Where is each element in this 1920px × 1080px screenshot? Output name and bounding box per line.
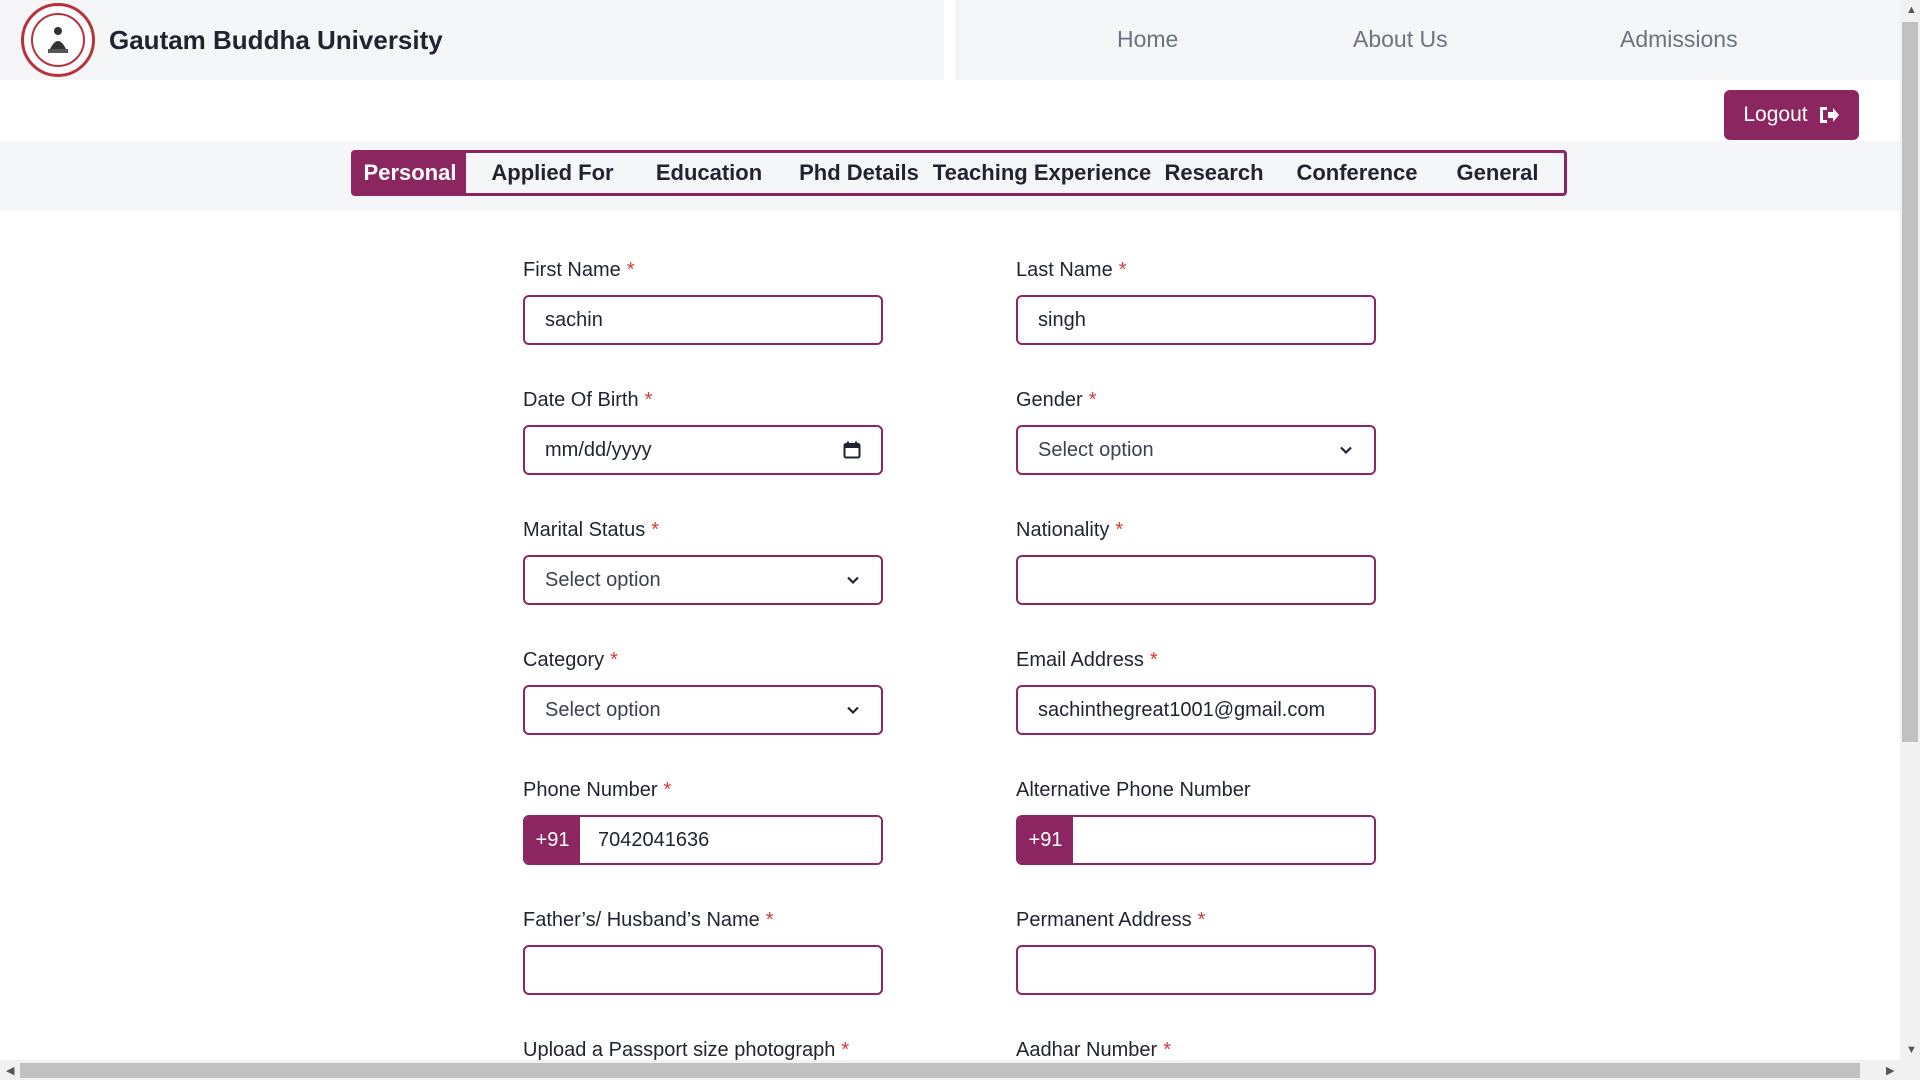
- email-input[interactable]: [1016, 685, 1376, 735]
- last-name-label: Last Name *: [1016, 259, 1127, 281]
- tab-applied-for[interactable]: Applied For: [466, 153, 639, 193]
- calendar-icon[interactable]: [843, 441, 861, 459]
- category-label: Category *: [523, 649, 618, 671]
- alt-phone-label: Alternative Phone Number: [1016, 779, 1251, 801]
- tab-phd-details[interactable]: Phd Details: [779, 153, 939, 193]
- father-name-input[interactable]: [523, 945, 883, 995]
- first-name-label: First Name *: [523, 259, 635, 281]
- chevron-down-icon: [847, 576, 859, 585]
- marital-status-select[interactable]: Select option: [523, 555, 883, 605]
- marital-status-label: Marital Status *: [523, 519, 660, 541]
- alt-phone-input[interactable]: [1073, 817, 1374, 863]
- top-nav: Home About Us Admissions: [955, 0, 1900, 80]
- logout-label: Logout: [1743, 103, 1808, 126]
- logout-button[interactable]: Logout: [1724, 90, 1859, 140]
- marital-status-selected: Select option: [545, 568, 661, 591]
- university-name: Gautam Buddha University: [109, 24, 443, 55]
- photo-upload-label: Upload a Passport size photograph *: [523, 1039, 850, 1061]
- tab-general[interactable]: General: [1431, 153, 1564, 193]
- scroll-left-arrow-icon[interactable]: ◀: [6, 1064, 14, 1077]
- alt-phone-country-code: +91: [1018, 817, 1073, 863]
- permanent-address-input[interactable]: [1016, 945, 1376, 995]
- phone-label: Phone Number *: [523, 779, 672, 801]
- gender-selected: Select option: [1038, 438, 1154, 461]
- scroll-up-arrow-icon[interactable]: ▲: [1906, 4, 1917, 16]
- gender-select[interactable]: Select option: [1016, 425, 1376, 475]
- last-name-input[interactable]: [1016, 295, 1376, 345]
- first-name-input[interactable]: [523, 295, 883, 345]
- tab-teaching-experience[interactable]: Teaching Experience: [933, 153, 1151, 193]
- header-brand-area: Gautam Buddha University: [0, 0, 944, 80]
- gender-label: Gender *: [1016, 389, 1097, 411]
- nationality-label: Nationality *: [1016, 519, 1124, 541]
- phone-field: +91: [523, 815, 883, 865]
- nationality-input[interactable]: [1016, 555, 1376, 605]
- tab-personal[interactable]: Personal: [354, 153, 466, 193]
- aadhar-label: Aadhar Number *: [1016, 1039, 1171, 1061]
- phone-input[interactable]: [580, 817, 881, 863]
- buddha-icon: [48, 27, 68, 53]
- tab-education[interactable]: Education: [639, 153, 779, 193]
- category-selected: Select option: [545, 698, 661, 721]
- sign-out-icon: [1819, 107, 1839, 123]
- tab-research[interactable]: Research: [1145, 153, 1283, 193]
- dob-placeholder: mm/dd/yyyy: [545, 438, 652, 461]
- email-label: Email Address *: [1016, 649, 1158, 671]
- nav-home-link[interactable]: Home: [1117, 26, 1178, 53]
- nav-about-link[interactable]: About Us: [1353, 26, 1448, 53]
- dob-input[interactable]: mm/dd/yyyy: [523, 425, 883, 475]
- alt-phone-field: +91: [1016, 815, 1376, 865]
- tab-conference[interactable]: Conference: [1283, 153, 1431, 193]
- dob-label: Date Of Birth *: [523, 389, 653, 411]
- scroll-right-arrow-icon[interactable]: ▶: [1886, 1064, 1894, 1077]
- chevron-down-icon: [847, 706, 859, 715]
- category-select[interactable]: Select option: [523, 685, 883, 735]
- father-name-label: Father’s/ Husband’s Name *: [523, 909, 774, 931]
- vertical-scroll-thumb[interactable]: [1902, 22, 1918, 742]
- chevron-down-icon: [1340, 446, 1352, 455]
- scroll-down-arrow-icon[interactable]: ▼: [1906, 1044, 1917, 1056]
- horizontal-scroll-thumb[interactable]: [20, 1063, 1860, 1078]
- phone-country-code: +91: [525, 817, 580, 863]
- form-tabs: Personal Applied For Education Phd Detai…: [351, 150, 1567, 196]
- logo-seal: [31, 13, 85, 67]
- nav-admissions-link[interactable]: Admissions: [1620, 26, 1738, 53]
- permanent-address-label: Permanent Address *: [1016, 909, 1206, 931]
- university-logo[interactable]: [21, 3, 95, 77]
